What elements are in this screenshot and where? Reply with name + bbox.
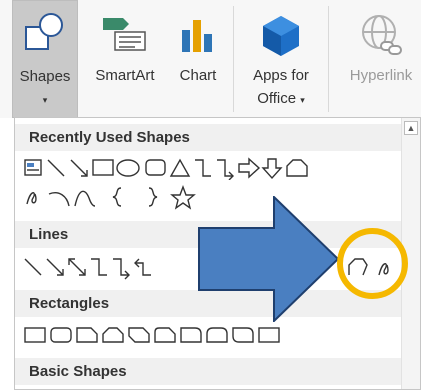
apps-for-office-icon (261, 14, 301, 62)
apps-label-line1: Apps for (253, 67, 309, 84)
recent-shapes-row-1 (23, 156, 403, 180)
oval-shape[interactable] (116, 159, 140, 177)
rectangle-shape[interactable] (92, 159, 114, 176)
ribbon-separator (328, 6, 329, 112)
smartart-label: SmartArt (95, 67, 155, 84)
rectangle-shape[interactable] (24, 327, 46, 343)
elbow-arrow-connector-shape[interactable] (217, 159, 234, 180)
curve-shape[interactable] (74, 190, 96, 207)
section-recently-used: Recently Used Shapes (15, 124, 402, 151)
snip-diagonal-rectangle-shape[interactable] (128, 327, 150, 343)
snip-same-side-rectangle-shape[interactable] (102, 327, 124, 343)
right-brace-shape[interactable] (148, 187, 158, 207)
smartart-button[interactable]: SmartArt (84, 0, 166, 118)
insert-ribbon: Shapes ▾ SmartArt Chart Apps for Office … (0, 0, 421, 118)
hyperlink-icon (359, 12, 403, 62)
line-shape[interactable] (47, 159, 65, 177)
shapes-label: Shapes (19, 68, 71, 85)
rectangle-shape-alt[interactable] (258, 327, 280, 343)
smartart-icon (101, 14, 149, 56)
snip-rectangle-shape[interactable] (286, 159, 308, 177)
chart-button[interactable]: Chart (168, 0, 228, 118)
text-box-shape[interactable] (24, 159, 42, 176)
elbow-connector-shape[interactable] (91, 258, 107, 276)
rounded-rectangle-shape[interactable] (145, 159, 166, 176)
snip-single-corner-rectangle-shape[interactable] (76, 327, 98, 343)
apps-for-office-button[interactable]: Apps for Office ▾ (238, 0, 324, 118)
round-diagonal-rectangle-shape[interactable] (232, 327, 254, 343)
shapes-button[interactable]: Shapes ▾ (12, 0, 78, 118)
snip-round-rectangle-shape[interactable] (154, 327, 176, 343)
highlight-circle (337, 228, 408, 299)
rectangles-row (23, 323, 323, 347)
rounded-rectangle-shape[interactable] (50, 327, 72, 343)
shapes-icon (23, 11, 67, 59)
arrow-line-shape[interactable] (70, 159, 88, 177)
round-same-side-rectangle-shape[interactable] (206, 327, 228, 343)
apps-label-line2: Office ▾ (257, 90, 305, 107)
down-arrow-shape[interactable] (261, 158, 283, 180)
triangle-shape[interactable] (169, 158, 191, 177)
line-shape[interactable] (24, 258, 42, 276)
right-arrow-shape[interactable] (238, 157, 261, 179)
hyperlink-button[interactable]: Hyperlink (336, 0, 421, 118)
star-shape[interactable] (170, 185, 196, 210)
shapes-caret: ▾ (42, 95, 48, 105)
chart-label: Chart (179, 67, 217, 84)
section-basic-shapes: Basic Shapes (15, 358, 402, 385)
left-brace-shape[interactable] (112, 187, 122, 207)
chart-icon (178, 16, 218, 58)
recent-shapes-row-2 (23, 184, 223, 210)
annotation-arrow (198, 196, 340, 322)
scribble-shape[interactable] (26, 192, 37, 205)
round-single-corner-rectangle-shape[interactable] (180, 327, 202, 343)
elbow-double-arrow-connector-shape[interactable] (134, 258, 151, 276)
double-arrow-line-shape[interactable] (68, 258, 86, 276)
elbow-connector-shape[interactable] (195, 159, 211, 177)
arrow-line-shape[interactable] (46, 258, 64, 276)
elbow-arrow-connector-shape[interactable] (113, 258, 130, 280)
hyperlink-label: Hyperlink (349, 67, 413, 84)
scroll-up-icon[interactable]: ▲ (404, 121, 418, 135)
ribbon-separator (233, 6, 234, 112)
arc-shape[interactable] (48, 192, 70, 207)
